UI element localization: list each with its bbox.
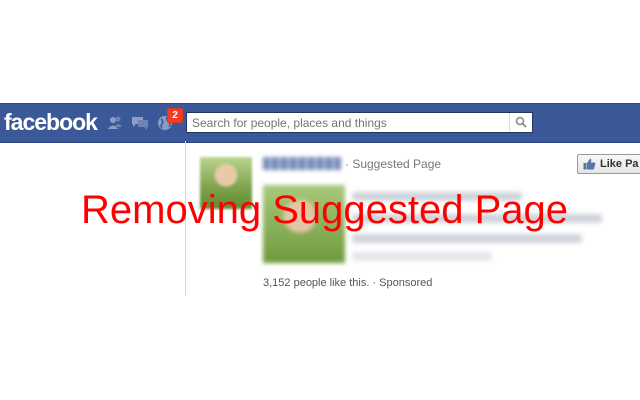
blurred-text-line	[352, 234, 582, 243]
search-input[interactable]	[187, 113, 516, 132]
friend-requests-icon[interactable]	[106, 114, 124, 132]
notification-count-badge[interactable]: 2	[167, 108, 183, 123]
like-button-label: Like Pa	[600, 158, 639, 170]
facebook-logo[interactable]: facebook	[4, 109, 98, 136]
messages-icon[interactable]	[131, 114, 149, 132]
thumbs-up-icon	[583, 158, 596, 170]
blurred-text-line	[352, 252, 492, 261]
suggested-page-label: · Suggested Page	[345, 157, 442, 171]
search-bar	[186, 112, 533, 133]
overlay-title: Removing Suggested Page	[81, 188, 568, 232]
likes-sponsored-footer: 3,152 people like this. · Sponsored	[263, 277, 433, 289]
like-page-button[interactable]: Like Pa	[577, 154, 640, 174]
page-name-blurred[interactable]	[263, 157, 341, 170]
search-button[interactable]	[509, 113, 532, 132]
search-icon	[515, 116, 527, 128]
